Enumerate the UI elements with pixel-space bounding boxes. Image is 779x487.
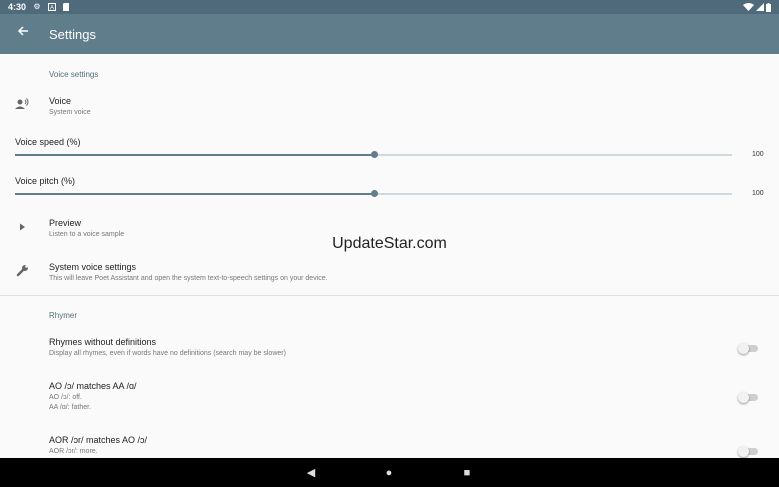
navigation-bar: ◀ ● ■: [0, 458, 779, 487]
system-voice-settings-summary: This will leave Poet Assistant and open …: [49, 275, 328, 282]
wifi-icon: [742, 3, 754, 11]
ao-matches-aa-preference[interactable]: AO /ɔ/ matches AA /ɑ/ AO /ɔ/: off. AA /ɑ…: [0, 376, 779, 420]
nav-home-icon[interactable]: ●: [382, 466, 396, 480]
voice-summary: System voice: [49, 109, 91, 116]
voice-speed-slider[interactable]: [15, 151, 732, 158]
rhymer-item-title: AOR /ɔr/ matches AO /ɔ/: [49, 435, 148, 445]
system-voice-settings-preference[interactable]: System voice settings This will leave Po…: [0, 256, 779, 290]
voice-pitch-value: 100: [752, 190, 764, 197]
watermark: UpdateStar.com: [332, 235, 447, 252]
switch-knob: [738, 392, 749, 403]
rhymer-item-summary: AOR /ɔr/: more.: [49, 448, 98, 455]
voice-pitch-slider[interactable]: [15, 190, 732, 197]
back-arrow-icon[interactable]: [14, 24, 32, 42]
rhymer-item-title: Rhymes without definitions: [49, 337, 157, 347]
rhymer-item-summary: AA /ɑ/: father.: [49, 404, 92, 411]
wrench-icon: [14, 264, 30, 280]
system-voice-settings-title: System voice settings: [49, 262, 137, 272]
voice-speed-value: 100: [752, 151, 764, 158]
gear-icon: ⚙: [33, 2, 41, 11]
signal-icon: [756, 3, 764, 11]
preview-title: Preview: [49, 218, 82, 228]
sd-card-icon: [62, 3, 70, 11]
svg-text:A: A: [50, 6, 54, 12]
voice-speed-label: Voice speed (%): [15, 137, 81, 147]
nav-back-icon[interactable]: ◀: [304, 466, 318, 480]
app-bar: Settings: [0, 14, 779, 54]
ao-matches-aa-switch[interactable]: [738, 392, 758, 403]
status-time: 4:30: [8, 2, 27, 12]
aor-matches-ao-switch[interactable]: [738, 446, 758, 457]
voice-pitch-label: Voice pitch (%): [15, 176, 76, 186]
switch-knob: [738, 343, 749, 354]
voice-speed-thumb[interactable]: [370, 151, 378, 158]
section-divider: [0, 295, 779, 296]
voice-preference[interactable]: Voice System voice: [0, 90, 779, 124]
voice-title: Voice: [49, 96, 72, 106]
battery-icon: [765, 3, 771, 12]
switch-knob: [738, 446, 749, 457]
category-voice-settings: Voice settings: [49, 70, 99, 79]
page-title: Settings: [49, 27, 96, 42]
voice-person-icon: [14, 98, 30, 114]
status-bar: 4:30 ⚙ A: [0, 0, 779, 14]
rhymer-item-summary: Display all rhymes, even if words have n…: [49, 350, 286, 357]
voice-pitch-thumb[interactable]: [370, 190, 378, 197]
rhymer-item-summary: AO /ɔ/: off.: [49, 394, 82, 401]
nav-recents-icon[interactable]: ■: [460, 466, 474, 480]
notification-icon: A: [48, 3, 56, 12]
voice-speed-fill: [15, 154, 374, 156]
settings-list[interactable]: Voice settings Voice System voice Voice …: [0, 54, 779, 458]
rhymer-item-title: AO /ɔ/ matches AA /ɑ/: [49, 381, 137, 391]
voice-pitch-fill: [15, 193, 374, 195]
rhymes-without-definitions-preference[interactable]: Rhymes without definitions Display all r…: [0, 332, 779, 366]
rhymes-without-definitions-switch[interactable]: [738, 343, 758, 354]
category-rhymer: Rhymer: [49, 311, 78, 320]
play-icon: [14, 220, 30, 236]
aor-matches-ao-preference[interactable]: AOR /ɔr/ matches AO /ɔ/ AOR /ɔr/: more.: [0, 430, 779, 458]
